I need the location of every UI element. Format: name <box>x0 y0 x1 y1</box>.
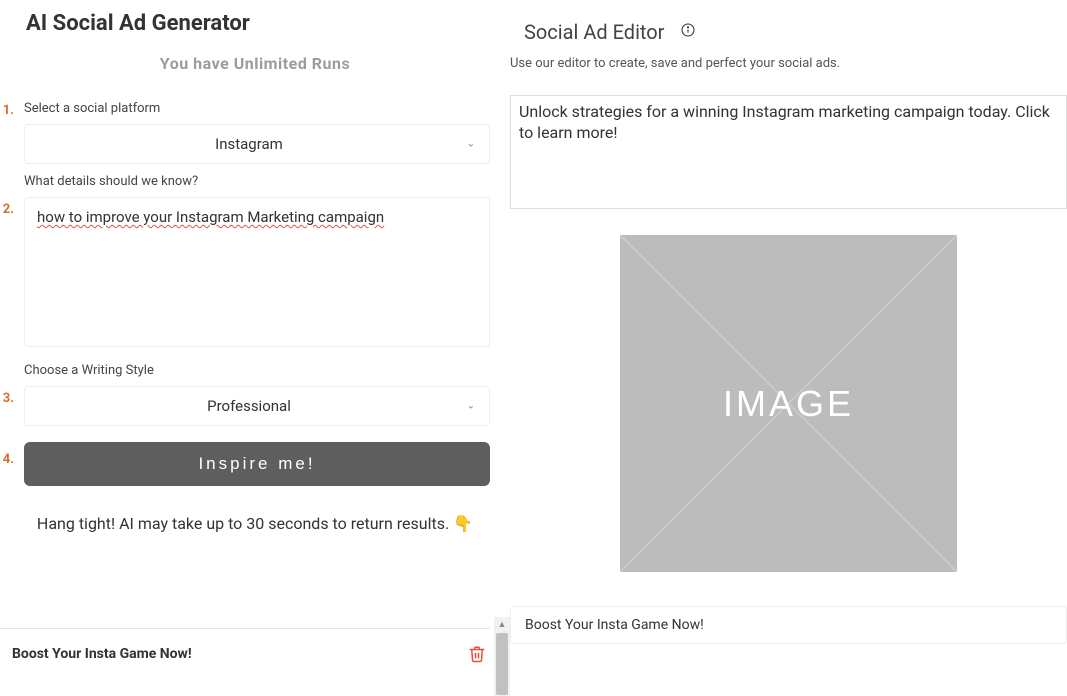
step-number-4: 4. <box>0 442 14 467</box>
style-select-value: Professional <box>207 397 291 415</box>
details-label: What details should we know? <box>24 174 490 189</box>
editor-subtitle: Use our editor to create, save and perfe… <box>510 56 1067 71</box>
scrollbar-up-arrow-icon[interactable]: ▲ <box>494 617 510 633</box>
platform-select[interactable]: Instagram ⌄ <box>24 124 490 164</box>
platform-label: Select a social platform <box>24 101 490 116</box>
result-row[interactable]: Boost Your Insta Game Now! <box>0 628 490 696</box>
step-number-3: 3. <box>0 363 14 406</box>
result-title: Boost Your Insta Game Now! <box>12 646 192 662</box>
details-text: how to improve your Instagram Marketing … <box>37 208 384 226</box>
chevron-down-icon: ⌄ <box>467 139 475 150</box>
step-number-1: 1. <box>0 101 14 118</box>
platform-select-value: Instagram <box>215 135 283 153</box>
inspire-button[interactable]: Inspire me! <box>24 442 490 486</box>
image-preview[interactable]: IMAGE <box>620 235 957 572</box>
hang-tight-message: Hang tight! AI may take up to 30 seconds… <box>0 514 510 533</box>
editor-title: Social Ad Editor <box>524 20 664 44</box>
point-down-icon: 👇 <box>453 514 473 533</box>
cta-text-field[interactable]: Boost Your Insta Game Now! <box>510 606 1067 644</box>
runs-remaining: You have Unlimited Runs <box>0 54 510 73</box>
style-select[interactable]: Professional ⌄ <box>24 386 490 426</box>
step-number-2: 2. <box>0 174 14 217</box>
ad-text-editor[interactable] <box>510 95 1067 209</box>
chevron-down-icon: ⌄ <box>467 401 475 412</box>
style-label: Choose a Writing Style <box>24 363 490 378</box>
trash-icon[interactable] <box>468 645 486 663</box>
scrollbar[interactable]: ▲ <box>494 617 510 696</box>
scrollbar-thumb[interactable] <box>496 633 508 695</box>
details-textarea[interactable]: how to improve your Instagram Marketing … <box>24 197 490 347</box>
info-icon[interactable] <box>680 22 696 42</box>
image-placeholder-label: IMAGE <box>723 383 854 425</box>
page-title: AI Social Ad Generator <box>26 11 510 36</box>
